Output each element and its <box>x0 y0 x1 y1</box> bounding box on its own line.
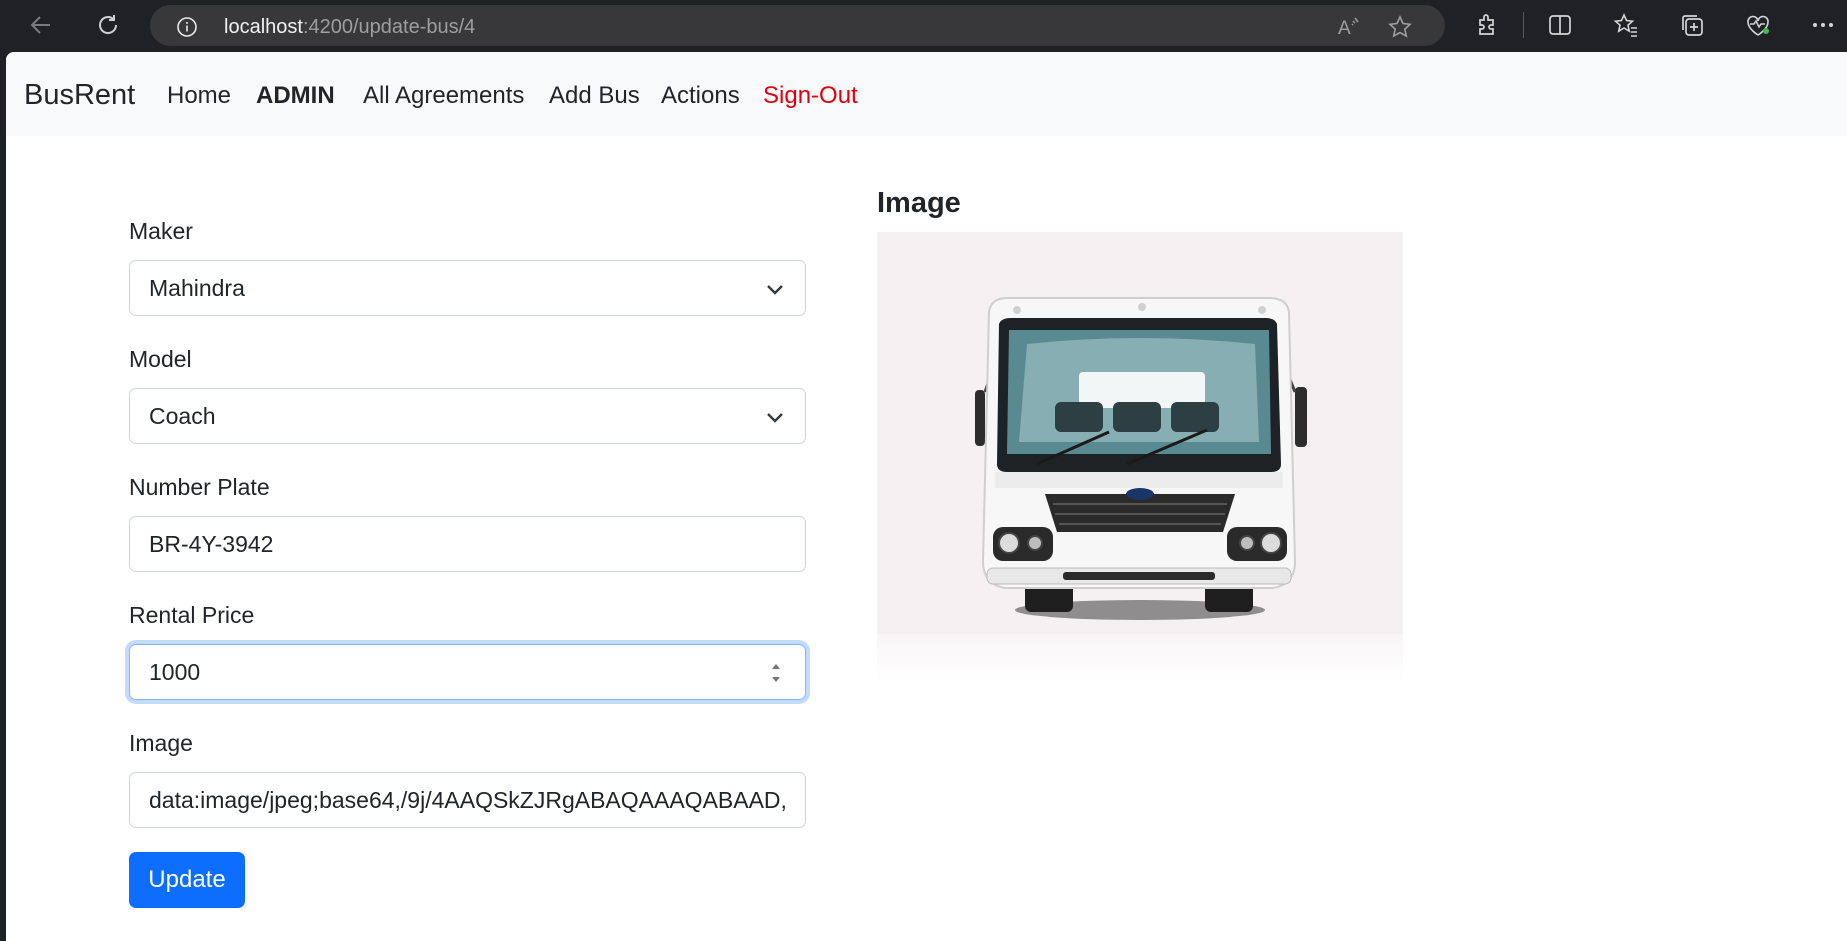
url-path: :4200/update-bus/4 <box>302 16 476 38</box>
site-info-icon[interactable] <box>176 16 197 37</box>
url-host: localhost <box>224 16 303 38</box>
nav-admin[interactable]: ADMIN <box>256 82 335 110</box>
number-plate-value: BR-4Y-3942 <box>149 531 274 557</box>
extensions-icon[interactable] <box>1472 10 1502 40</box>
svg-text:A: A <box>1338 18 1351 39</box>
model-selected-value: Coach <box>149 403 216 429</box>
maker-selected-value: Mahindra <box>149 275 245 301</box>
back-arrow-icon[interactable] <box>26 10 56 40</box>
nav-sign-out[interactable]: Sign-Out <box>763 82 858 110</box>
rental-price-input[interactable]: 1000 <box>129 644 806 700</box>
maker-select[interactable]: Mahindra <box>129 260 806 316</box>
reload-icon[interactable] <box>93 10 123 40</box>
update-button[interactable]: Update <box>129 852 245 908</box>
number-plate-label: Number Plate <box>129 474 270 500</box>
preview-title: Image <box>877 187 961 219</box>
maker-label: Maker <box>129 218 193 244</box>
number-plate-input[interactable]: BR-4Y-3942 <box>129 516 806 572</box>
image-value: data:image/jpeg;base64,/9j/4AAQSkZJRgABA… <box>149 787 787 813</box>
image-input[interactable]: data:image/jpeg;base64,/9j/4AAQSkZJRgABA… <box>129 772 806 828</box>
more-menu-icon[interactable] <box>1808 10 1838 40</box>
address-bar[interactable]: localhost:4200/update-bus/4 A <box>150 5 1445 46</box>
browser-essentials-icon[interactable] <box>1743 10 1773 40</box>
number-spinner-icon[interactable] <box>769 658 783 688</box>
brand-logo[interactable]: BusRent <box>24 79 135 112</box>
nav-all-agreements[interactable]: All Agreements <box>363 82 524 110</box>
nav-add-bus[interactable]: Add Bus <box>549 82 640 110</box>
model-label: Model <box>129 346 192 372</box>
nav-home[interactable]: Home <box>167 82 231 110</box>
browser-toolbar: localhost:4200/update-bus/4 A <box>0 0 1847 52</box>
model-select[interactable]: Coach <box>129 388 806 444</box>
read-aloud-icon[interactable]: A <box>1336 14 1362 40</box>
rental-price-label: Rental Price <box>129 602 255 628</box>
collections-icon[interactable] <box>1677 10 1707 40</box>
toolbar-divider <box>1523 12 1524 38</box>
preview-image-fade <box>877 634 1403 682</box>
chevron-down-icon <box>765 279 785 299</box>
rental-price-value: 1000 <box>149 659 201 685</box>
address-url[interactable]: localhost:4200/update-bus/4 <box>224 16 475 39</box>
chevron-down-icon <box>765 407 785 427</box>
page-viewport: BusRent Home ADMIN All Agreements Add Bu… <box>6 52 1847 941</box>
nav-actions[interactable]: Actions <box>661 82 740 110</box>
favorites-icon[interactable] <box>1611 10 1641 40</box>
image-label: Image <box>129 730 193 756</box>
favorite-star-icon[interactable] <box>1387 14 1413 40</box>
split-screen-icon[interactable] <box>1545 10 1575 40</box>
bus-preview-image <box>877 232 1403 682</box>
top-navbar: BusRent Home ADMIN All Agreements Add Bu… <box>6 52 1847 136</box>
